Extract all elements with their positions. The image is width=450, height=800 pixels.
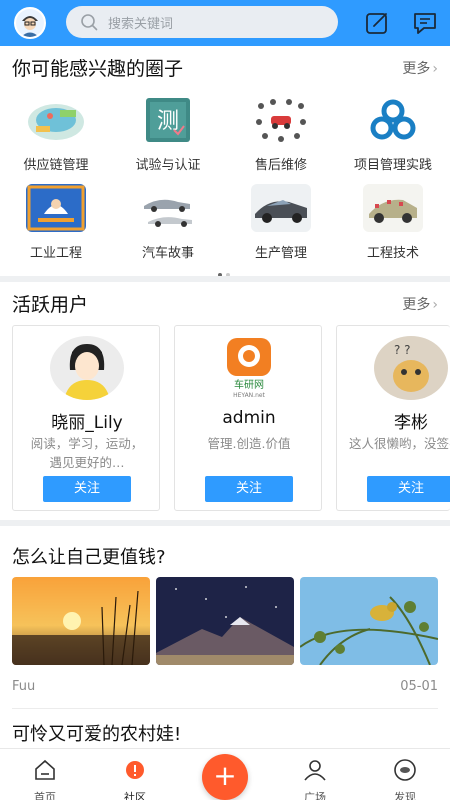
circle-label: 工业工程	[29, 246, 82, 261]
nav-discover[interactable]: 发现	[370, 749, 440, 800]
nav-label: 社区	[124, 791, 146, 800]
nav-community[interactable]: 社区	[100, 749, 170, 800]
svg-text:? ?: ? ?	[394, 343, 411, 357]
circle-item-supply-chain[interactable]: 供应链管理	[0, 96, 112, 173]
circle-item-engineering[interactable]: 工程技术	[337, 184, 449, 261]
users-section-header: 活跃用户 更多 ›	[12, 288, 438, 318]
search-bar[interactable]: 搜索关键词	[66, 6, 338, 38]
user-name: admin	[222, 408, 276, 428]
circle-item-testing[interactable]: 测 试验与认证	[112, 96, 224, 173]
follow-button[interactable]: 关注	[367, 476, 450, 502]
user-avatar	[50, 336, 124, 400]
circles-more-link[interactable]: 更多 ›	[402, 58, 438, 78]
circle-label: 试验与认证	[135, 158, 201, 173]
discover-icon	[394, 759, 416, 781]
circles-section-header: 你可能感兴趣的圈子 更多 ›	[12, 52, 438, 82]
industrial-eng-icon	[26, 184, 86, 232]
plus-icon: +	[213, 759, 237, 792]
follow-button[interactable]: 关注	[43, 476, 131, 502]
profile-avatar[interactable]	[14, 7, 46, 39]
post-author: Fuu	[12, 679, 36, 694]
logo-text: 车研网	[234, 378, 264, 391]
section-divider	[0, 276, 450, 282]
section-divider	[0, 520, 450, 526]
aftersales-repair-icon	[251, 96, 311, 144]
circle-item-production[interactable]: 生产管理	[225, 184, 337, 261]
search-icon	[81, 14, 98, 31]
circle-label: 售后维修	[254, 158, 307, 173]
community-icon	[126, 761, 144, 779]
publish-button[interactable]: +	[202, 754, 248, 800]
user-bio: 管理.创造.价值	[207, 436, 291, 451]
production-mgmt-icon	[251, 184, 311, 232]
home-icon	[35, 759, 55, 780]
svg-text:测: 测	[157, 109, 179, 134]
plaza-icon	[304, 760, 326, 781]
user-card[interactable]: 车研网 HEYAN.net admin 管理.创造.价值 关注	[174, 325, 322, 511]
user-card[interactable]: 晓丽_Lily 阅读，学习，运动，遇见更好的… 关注	[12, 325, 160, 511]
more-label: 更多	[402, 61, 431, 77]
post-title[interactable]: 可怜又可爱的农村娃!	[12, 720, 181, 746]
nav-home[interactable]: 首页	[10, 749, 80, 800]
user-bio: 阅读，学习，运动，遇见更好的…	[30, 436, 144, 470]
testing-cert-icon: 测	[138, 96, 198, 144]
user-avatar-icon	[16, 9, 44, 37]
post-date: 05-01	[400, 679, 438, 694]
circle-label: 汽车故事	[141, 246, 194, 261]
search-placeholder: 搜索关键词	[108, 17, 174, 32]
message-icon[interactable]	[412, 10, 438, 36]
user-bio: 这人很懒哟，没签名!	[349, 436, 450, 451]
users-section-title: 活跃用户	[12, 294, 89, 316]
engineering-tech-icon	[363, 184, 423, 232]
circle-label: 供应链管理	[23, 158, 89, 173]
circle-label: 工程技术	[366, 246, 419, 261]
top-bar: 搜索关键词	[0, 0, 450, 46]
divider	[12, 708, 438, 709]
post-image-sunset[interactable]	[12, 577, 150, 665]
user-avatar: ? ?	[374, 336, 448, 400]
car-stories-icon	[138, 184, 198, 232]
nav-label: 广场	[304, 791, 326, 800]
circles-section-title: 你可能感兴趣的圈子	[12, 58, 184, 80]
compose-icon[interactable]	[364, 10, 390, 36]
post-title[interactable]: 怎么让自己更值钱?	[12, 543, 166, 569]
project-mgmt-icon	[363, 96, 423, 144]
nav-label: 首页	[34, 791, 56, 800]
supply-chain-icon	[26, 96, 86, 144]
follow-button[interactable]: 关注	[205, 476, 293, 502]
user-name: 李彬	[394, 413, 428, 433]
post-image-bird[interactable]	[300, 577, 438, 665]
nav-label: 发现	[394, 791, 416, 800]
logo-subtext: HEYAN.net	[233, 392, 265, 399]
circle-label: 项目管理实践	[353, 158, 432, 173]
circle-item-project-mgmt[interactable]: 项目管理实践	[337, 96, 449, 173]
chevron-right-icon: ›	[432, 297, 438, 313]
more-label: 更多	[402, 297, 431, 313]
post-image-mountain[interactable]	[156, 577, 294, 665]
chevron-right-icon: ›	[432, 61, 438, 77]
user-card[interactable]: ? ? 李彬 这人很懒哟，没签名! 关注	[336, 325, 450, 511]
nav-plaza[interactable]: 广场	[280, 749, 350, 800]
circle-item-car-stories[interactable]: 汽车故事	[112, 184, 224, 261]
user-name: 晓丽_Lily	[51, 413, 123, 433]
circle-item-industrial-eng[interactable]: 工业工程	[0, 184, 112, 261]
users-more-link[interactable]: 更多 ›	[402, 294, 438, 314]
user-avatar: 车研网 HEYAN.net	[219, 336, 279, 400]
circle-item-aftersales[interactable]: 售后维修	[225, 96, 337, 173]
circle-label: 生产管理	[254, 246, 307, 261]
